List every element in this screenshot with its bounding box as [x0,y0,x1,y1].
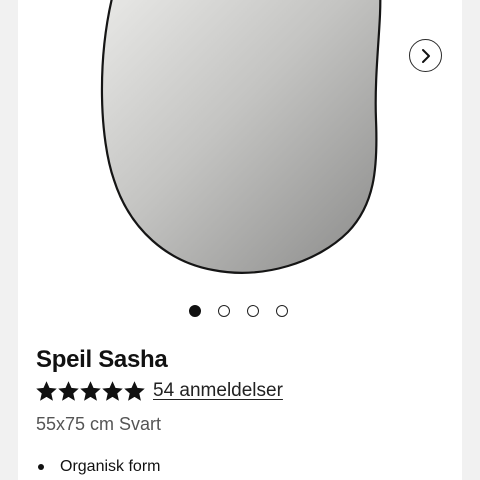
feature-list: Organisk form [36,458,160,476]
star-icon [80,380,101,401]
product-image-mirror[interactable] [18,0,462,300]
reviews-link[interactable]: 54 anmeldelser [153,380,283,402]
feature-label: Organisk form [60,458,161,475]
star-icon [102,380,123,401]
product-title: Speil Sasha [36,346,168,373]
variant-label: 55x75 cm Svart [36,414,162,434]
pagination-dot[interactable] [189,305,201,317]
star-icon [36,380,57,401]
product-card: Speil Sasha 54 anmeldelser 55x75 cm Svar… [18,0,462,480]
star-rating [36,380,145,402]
pagination-dot[interactable] [218,305,230,317]
gallery-next-button[interactable] [409,39,442,72]
gallery-pagination [189,305,288,317]
star-icon [58,380,79,401]
bullet-icon [38,464,44,470]
chevron-right-icon [421,48,430,63]
pagination-dot[interactable] [276,305,288,317]
feature-item: Organisk form [36,458,160,476]
pagination-dot[interactable] [247,305,259,317]
rating-row: 54 anmeldelser [36,380,283,402]
star-icon [124,380,145,401]
